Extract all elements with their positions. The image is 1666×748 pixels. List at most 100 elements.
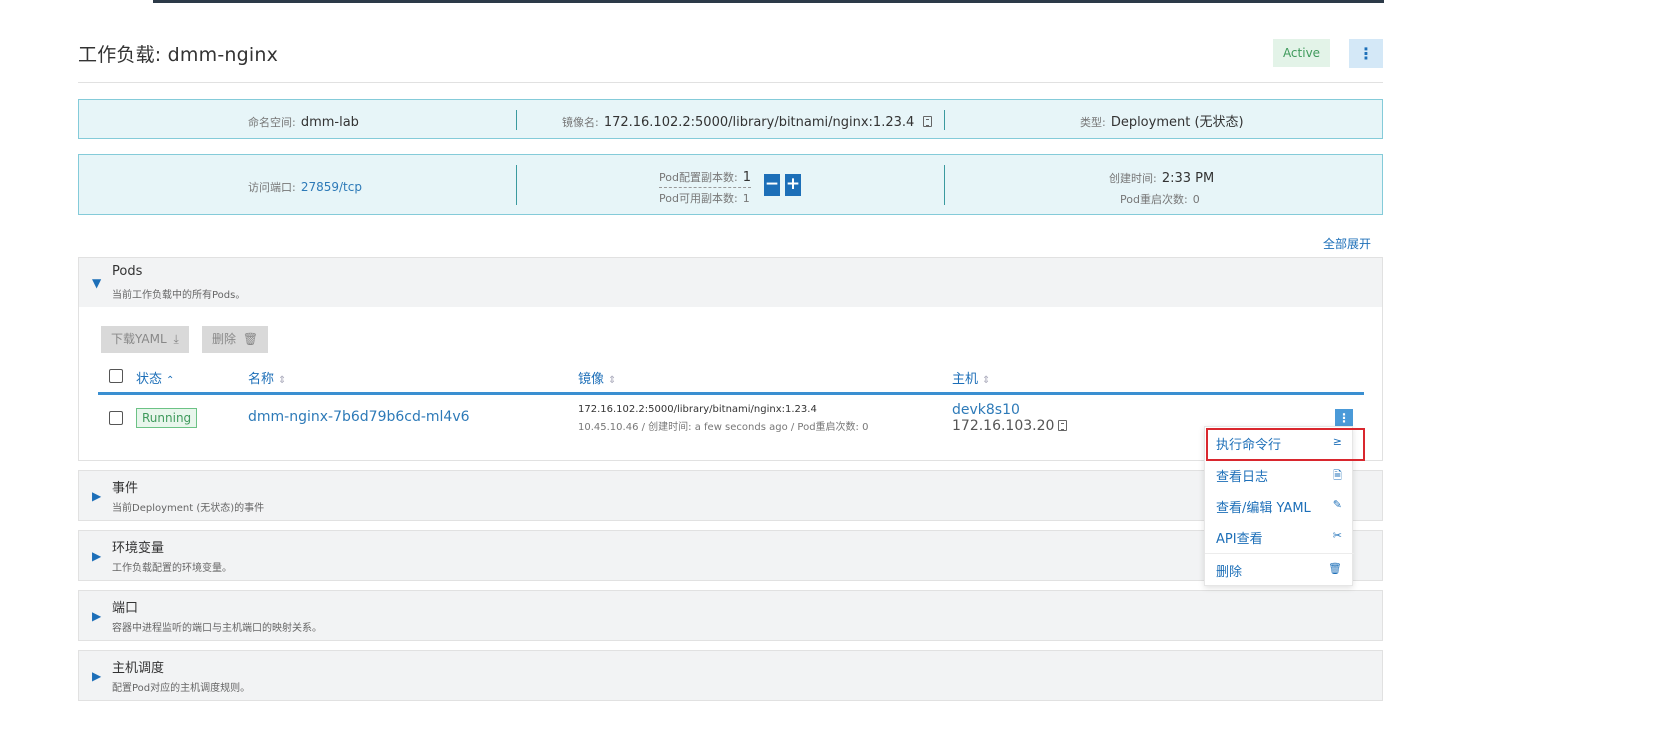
column-header-host[interactable]: 主机 ⇕ <box>952 368 990 387</box>
section-title: Pods <box>112 264 143 279</box>
section-title: 端口 <box>112 601 139 616</box>
host-ip-value: 172.16.103.20 <box>952 418 1055 434</box>
table-header-underline <box>98 392 1364 395</box>
events-section-header[interactable]: ▶ 事件 当前Deployment (无状态)的事件 <box>78 470 1383 521</box>
kebab-icon: ⋮ <box>1338 411 1350 425</box>
download-yaml-label: 下载YAML <box>111 332 167 346</box>
section-title: 主机调度 <box>112 661 165 676</box>
namespace-value: dmm-lab <box>300 115 359 130</box>
menu-item-view-logs[interactable]: 查看日志 🗎 <box>1205 459 1354 490</box>
workload-info-panel: 命名空间: dmm-lab 镜像名: 172.16.102.2:5000/lib… <box>78 99 1383 139</box>
expand-arrow-icon: ▶ <box>92 489 102 503</box>
divider <box>944 110 945 130</box>
section-subtitle: 当前Deployment (无状态)的事件 <box>112 503 265 514</box>
expand-all-link[interactable]: 全部展开 <box>1323 235 1371 252</box>
type-field: 类型: Deployment (无状态) <box>1080 111 1244 130</box>
expand-arrow-icon: ▶ <box>92 549 102 563</box>
section-subtitle: 工作负载配置的环境变量。 <box>112 563 232 574</box>
file-icon: 🗎 <box>1333 469 1342 482</box>
increase-replicas-button[interactable]: + <box>785 174 801 196</box>
divider <box>516 110 517 130</box>
trash-icon: 🗑 <box>1328 562 1342 575</box>
delete-button[interactable]: 删除 🗑 <box>202 326 269 353</box>
top-bar <box>153 0 1384 3</box>
created-label: 创建时间: <box>1109 172 1157 185</box>
available-field: Pod可用副本数: 1 <box>659 187 750 206</box>
created-field: 创建时间: 2:33 PM <box>1109 167 1214 186</box>
restarts-value: 0 <box>1192 193 1200 206</box>
menu-item-label: API查看 <box>1216 532 1263 547</box>
column-header-name[interactable]: 名称 ⇕ <box>248 368 286 387</box>
namespace-label: 命名空间: <box>248 116 296 129</box>
pods-section-header[interactable]: ▼ Pods 当前工作负载中的所有Pods。 <box>78 257 1383 308</box>
replicas-value: 1 <box>742 170 752 185</box>
terminal-icon: ≥ <box>1332 435 1342 448</box>
image-label: 镜像名: <box>562 116 599 129</box>
sort-icon: ⇕ <box>982 375 991 386</box>
divider <box>516 165 517 205</box>
pod-image: 172.16.102.2:5000/library/bitnami/nginx:… <box>578 404 817 415</box>
column-header-image-label: 镜像 <box>578 372 605 387</box>
section-subtitle: 当前工作负载中的所有Pods。 <box>112 290 246 301</box>
status-badge: Active <box>1273 39 1330 67</box>
menu-item-label: 查看/编辑 YAML <box>1216 501 1311 516</box>
menu-item-edit-yaml[interactable]: 查看/编辑 YAML ✎ <box>1205 490 1354 521</box>
copy-icon[interactable] <box>923 116 933 127</box>
pod-name-link[interactable]: dmm-nginx-7b6d79b6cd-ml4v6 <box>248 409 470 425</box>
section-subtitle: 配置Pod对应的主机调度规则。 <box>112 683 251 694</box>
column-header-image[interactable]: 镜像 ⇕ <box>578 368 616 387</box>
section-subtitle: 容器中进程监听的端口与主机端口的映射关系。 <box>112 623 322 634</box>
type-value: Deployment (无状态) <box>1110 115 1244 130</box>
menu-item-exec-shell[interactable]: 执行命令行 ≥ <box>1205 427 1354 458</box>
pencil-icon: ✎ <box>1332 498 1342 511</box>
port-field: 访问端口: 27859/tcp <box>248 176 362 195</box>
namespace-field: 命名空间: dmm-lab <box>248 111 359 130</box>
pod-host-ip: 172.16.103.20 <box>952 418 1068 434</box>
select-all-checkbox[interactable] <box>109 369 123 383</box>
more-actions-button[interactable]: ⋮ <box>1349 39 1383 68</box>
menu-item-label: 执行命令行 <box>1216 438 1282 453</box>
column-header-status-label: 状态 <box>136 372 163 387</box>
decrease-replicas-button[interactable]: − <box>764 174 780 196</box>
title-divider <box>78 82 1383 83</box>
pod-meta: 10.45.10.46 / 创建时间: a few seconds ago / … <box>578 422 869 433</box>
port-label: 访问端口: <box>248 181 296 194</box>
image-field: 镜像名: 172.16.102.2:5000/library/bitnami/n… <box>562 111 933 130</box>
column-header-status[interactable]: 状态 ⌃ <box>136 368 174 387</box>
menu-item-delete[interactable]: 删除 🗑 <box>1205 554 1354 585</box>
menu-item-api-view[interactable]: API查看 ✂ <box>1205 521 1354 552</box>
row-checkbox[interactable] <box>109 411 123 425</box>
sort-asc-icon: ⌃ <box>166 375 175 386</box>
delete-label: 删除 <box>212 332 237 346</box>
pod-host-link[interactable]: devk8s10 <box>952 402 1020 418</box>
expand-arrow-icon: ▶ <box>92 609 102 623</box>
page-title: 工作负载: dmm-nginx <box>78 44 279 66</box>
type-label: 类型: <box>1080 116 1106 129</box>
port-link[interactable]: 27859/tcp <box>301 180 362 194</box>
menu-item-label: 删除 <box>1216 565 1243 580</box>
replicas-label: Pod配置副本数: <box>659 171 738 184</box>
created-value: 2:33 PM <box>1161 171 1215 186</box>
collapse-arrow-icon: ▼ <box>92 276 102 290</box>
replicas-field: Pod配置副本数: 1 <box>659 166 752 188</box>
row-actions-menu: 执行命令行 ≥ 查看日志 🗎 查看/编辑 YAML ✎ API查看 ✂ 删除 🗑 <box>1204 426 1354 586</box>
sort-icon: ⇕ <box>608 375 617 386</box>
env-vars-section-header[interactable]: ▶ 环境变量 工作负载配置的环境变量。 <box>78 530 1383 581</box>
copy-icon[interactable] <box>1058 420 1068 431</box>
menu-item-label: 查看日志 <box>1216 470 1269 485</box>
sort-icon: ⇕ <box>278 375 287 386</box>
image-value: 172.16.102.2:5000/library/bitnami/nginx:… <box>603 115 915 130</box>
available-value: 1 <box>742 192 750 205</box>
column-header-host-label: 主机 <box>952 372 979 387</box>
restarts-field: Pod重启次数: 0 <box>1120 188 1200 207</box>
kebab-icon: ⋮ <box>1358 44 1374 63</box>
download-yaml-button[interactable]: 下载YAML ⤓ <box>101 326 189 353</box>
column-header-name-label: 名称 <box>248 372 275 387</box>
trash-icon: 🗑 <box>242 332 259 346</box>
workload-status-panel: 访问端口: 27859/tcp Pod配置副本数: 1 Pod可用副本数: 1 … <box>78 154 1383 215</box>
scheduling-section-header[interactable]: ▶ 主机调度 配置Pod对应的主机调度规则。 <box>78 650 1383 701</box>
ports-section-header[interactable]: ▶ 端口 容器中进程监听的端口与主机端口的映射关系。 <box>78 590 1383 641</box>
status-badge-running: Running <box>136 408 198 428</box>
section-title: 环境变量 <box>112 541 165 556</box>
row-actions-button[interactable]: ⋮ <box>1335 409 1353 427</box>
